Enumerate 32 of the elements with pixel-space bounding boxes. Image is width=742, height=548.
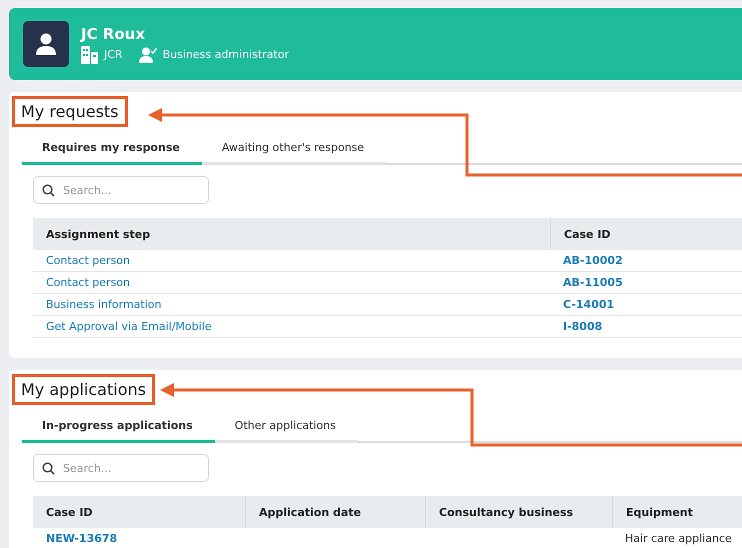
column-header: Assignment step bbox=[45, 226, 152, 242]
section-title: My applications bbox=[12, 374, 155, 405]
user-check-icon bbox=[138, 46, 157, 62]
column-header: Consultancy business bbox=[425, 496, 612, 528]
user-name: JC Roux bbox=[81, 24, 146, 42]
case-id-link[interactable]: I-8008 bbox=[563, 320, 602, 333]
building-icon bbox=[81, 46, 98, 64]
column-header: Case ID bbox=[550, 218, 742, 250]
tab[interactable]: In-progress applications bbox=[22, 413, 215, 443]
step-link[interactable]: Contact person bbox=[46, 276, 130, 289]
step-link[interactable]: Business information bbox=[46, 298, 162, 311]
search-field[interactable]: Search... bbox=[33, 176, 209, 204]
column-header: Equipment bbox=[612, 496, 742, 528]
tab[interactable]: Awaiting other's response bbox=[202, 135, 386, 165]
step-link[interactable]: Get Approval via Email/Mobile bbox=[46, 320, 212, 333]
column-header: Case ID bbox=[45, 504, 94, 520]
case-id-link[interactable]: AB-10002 bbox=[563, 254, 623, 267]
case-id-link[interactable]: NEW-13678 bbox=[46, 532, 118, 545]
search-icon bbox=[42, 462, 55, 475]
search-field[interactable]: Search... bbox=[33, 454, 209, 482]
user-icon bbox=[36, 33, 56, 55]
organization-label: JCR bbox=[104, 48, 123, 61]
role-label: Business administrator bbox=[162, 48, 289, 61]
case-id-link[interactable]: AB-11005 bbox=[563, 276, 623, 289]
column-header: Application date bbox=[245, 496, 425, 528]
step-link[interactable]: Contact person bbox=[46, 254, 130, 267]
table-cell: Hair care appliance bbox=[625, 532, 732, 545]
tab[interactable]: Requires my response bbox=[22, 135, 202, 165]
section-title: My requests bbox=[12, 96, 128, 127]
tab[interactable]: Other applications bbox=[214, 413, 358, 443]
case-id-link[interactable]: C-14001 bbox=[563, 298, 614, 311]
search-icon bbox=[42, 184, 55, 197]
